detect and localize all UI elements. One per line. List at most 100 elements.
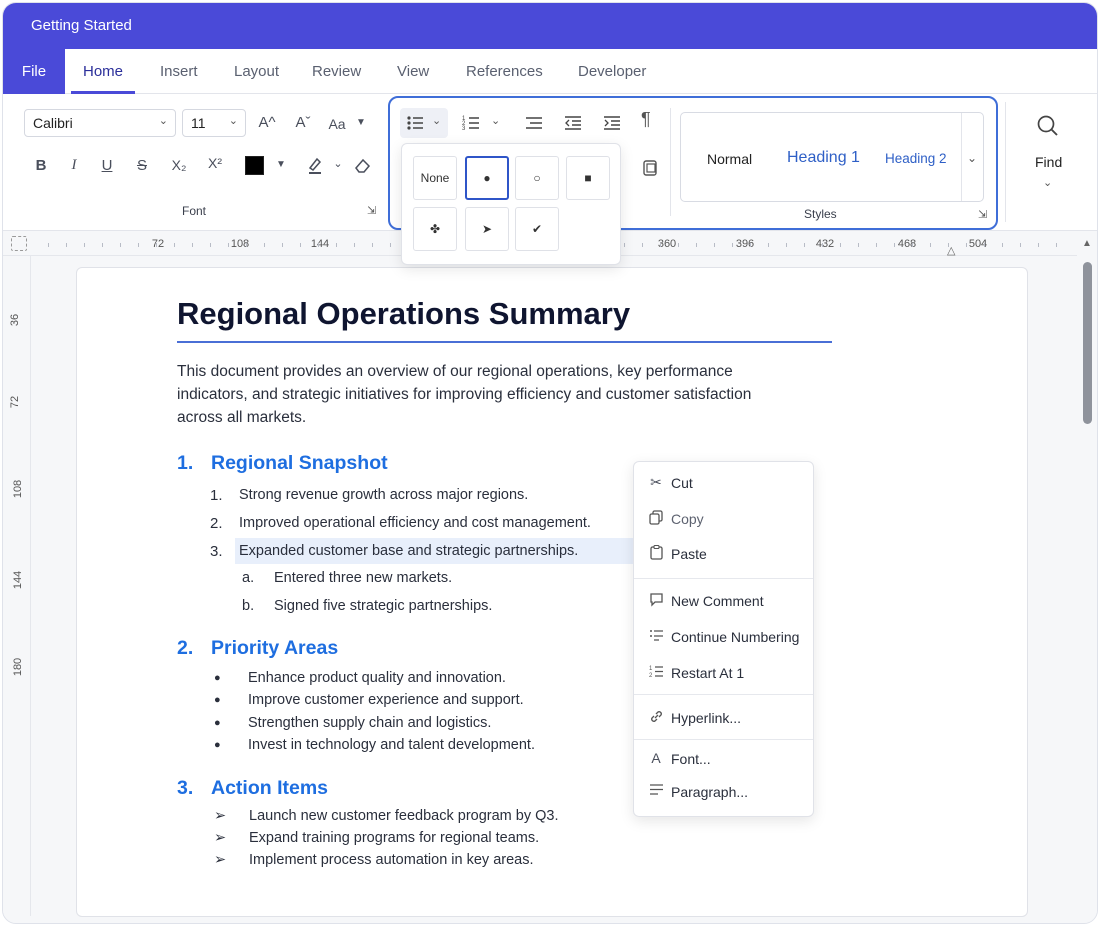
tab-insert[interactable]: Insert — [160, 49, 198, 94]
ruler-tick-label: 432 — [815, 238, 835, 250]
numbering-button[interactable]: 123 ⌄ — [462, 110, 502, 136]
paragraph-icon — [647, 783, 665, 799]
context-menu: ✂ Cut Copy Paste New Comment Continue Nu… — [633, 461, 814, 817]
find-label[interactable]: Find — [1035, 154, 1062, 170]
document-page[interactable]: Regional Operations Summary This documen… — [76, 267, 1028, 917]
pilcrow-icon[interactable]: ¶ — [641, 109, 651, 130]
list-item[interactable]: 1. Strong revenue growth across major reg… — [210, 487, 528, 504]
chevron-down-icon[interactable]: ⌄ — [1043, 176, 1052, 189]
sub-list-item[interactable]: b. Signed five strategic partnerships. — [242, 598, 492, 614]
font-name-select[interactable]: Calibri ⌄ — [24, 109, 176, 137]
multilevel-list-icon[interactable] — [525, 115, 543, 136]
menu-item-paste[interactable]: Paste — [634, 539, 813, 569]
superscript-button[interactable]: X² — [203, 155, 227, 171]
ruler-tick — [1038, 243, 1039, 247]
chevron-down-icon[interactable]: ▼ — [349, 117, 373, 128]
bullet-option-arrow[interactable]: ➤ — [465, 207, 509, 251]
shrink-font-button[interactable]: Aˇ — [291, 114, 315, 131]
bullet-item[interactable]: ● Invest in technology and talent develop… — [214, 737, 535, 753]
ruler-tick-label: 144 — [310, 238, 330, 250]
ruler-tick — [228, 243, 229, 247]
tab-references[interactable]: References — [466, 49, 543, 94]
styles-more-chevron-icon[interactable]: ⌄ — [967, 151, 977, 165]
scroll-thumb[interactable] — [1083, 262, 1092, 424]
bullet-option-square[interactable]: ■ — [566, 156, 610, 200]
tab-file[interactable]: File — [3, 49, 65, 94]
bullet-option-hollow-circle[interactable]: ○ — [515, 156, 559, 200]
paste-format-icon[interactable] — [643, 158, 659, 181]
section-heading-text: Action Items — [211, 777, 329, 799]
chevron-down-icon: ⌄ — [158, 115, 168, 127]
bullets-button[interactable]: ⌄ — [400, 108, 448, 138]
bullet-option-none[interactable]: None — [413, 156, 457, 200]
vertical-scrollbar[interactable]: ▲ — [1077, 232, 1097, 922]
tab-layout[interactable]: Layout — [234, 49, 279, 94]
tab-review[interactable]: Review — [312, 49, 361, 94]
decrease-indent-icon[interactable] — [564, 115, 582, 136]
ruler-tick — [912, 243, 913, 247]
svg-text:1: 1 — [649, 666, 653, 672]
font-color-button[interactable] — [245, 156, 264, 175]
sub-list-item[interactable]: a. Entered three new markets. — [242, 570, 452, 586]
action-item[interactable]: ➢ Expand training programs for regional t… — [214, 830, 539, 846]
menu-item-hyperlink[interactable]: Hyperlink... — [634, 703, 813, 733]
grow-font-button[interactable]: A^ — [255, 114, 279, 131]
ruler-tick — [336, 243, 337, 247]
intro-line-2: indicators, and strategic initiatives fo… — [177, 386, 752, 403]
ruler-corner-icon[interactable] — [11, 236, 27, 251]
ruler-tick — [984, 243, 985, 247]
font-size-select[interactable]: 11 ⌄ — [182, 109, 246, 137]
font-group-label: Font — [182, 204, 207, 218]
bullet-option-diamond[interactable]: ✤ — [413, 207, 457, 251]
chevron-down-icon[interactable]: ▼ — [269, 159, 293, 170]
menu-item-continue-numbering[interactable]: Continue Numbering — [634, 622, 813, 652]
section-number: 2. — [177, 637, 194, 659]
ruler-tick — [696, 243, 697, 247]
chevron-down-icon[interactable]: ⌄ — [326, 157, 350, 170]
ruler-tick — [804, 243, 805, 247]
style-normal[interactable]: Normal — [707, 151, 752, 167]
bullet-option-checkmark[interactable]: ✔ — [515, 207, 559, 251]
highlighter-icon[interactable] — [303, 155, 327, 179]
indent-marker-icon[interactable]: △ — [947, 244, 955, 257]
font-dialog-launcher-icon[interactable]: ⇲ — [367, 204, 376, 217]
subscript-button[interactable]: X₂ — [167, 157, 191, 173]
scroll-up-icon[interactable]: ▲ — [1082, 238, 1092, 249]
change-case-button[interactable]: Aa — [325, 116, 349, 132]
menu-item-copy[interactable]: Copy — [634, 504, 813, 534]
underline-button[interactable]: U — [95, 157, 119, 174]
bullet-option-filled-circle[interactable]: ● — [465, 156, 509, 200]
strikethrough-button[interactable]: S — [130, 157, 154, 174]
bullet-item[interactable]: ● Enhance product quality and innovation. — [214, 670, 506, 686]
styles-dialog-launcher-icon[interactable]: ⇲ — [978, 208, 987, 221]
italic-button[interactable]: I — [62, 157, 86, 174]
ruler-tick — [1002, 243, 1003, 247]
search-icon[interactable] — [1036, 114, 1060, 143]
action-item[interactable]: ➢ Implement process automation in key are… — [214, 852, 534, 868]
menu-item-restart-numbering[interactable]: 12 Restart At 1 — [634, 658, 813, 688]
chevron-down-icon: ⌄ — [228, 115, 238, 127]
section-heading-text: Priority Areas — [211, 637, 339, 659]
tab-view[interactable]: View — [397, 49, 429, 94]
ruler-tick — [66, 243, 67, 247]
action-item[interactable]: ➢ Launch new customer feedback program by… — [214, 808, 559, 824]
bullet-item[interactable]: ● Improve customer experience and support… — [214, 692, 524, 708]
ruler-tick — [102, 243, 103, 247]
menu-item-font[interactable]: A Font... — [634, 744, 813, 774]
continue-numbering-icon — [647, 628, 665, 646]
bullet-item[interactable]: ● Strengthen supply chain and logistics. — [214, 715, 491, 731]
list-item[interactable]: 2. Improved operational efficiency and co… — [210, 515, 591, 532]
list-item-selected[interactable]: 3. Expanded customer base and strategic p… — [210, 543, 578, 560]
bold-button[interactable]: B — [29, 157, 53, 174]
menu-item-cut[interactable]: ✂ Cut — [634, 468, 813, 498]
tab-developer[interactable]: Developer — [578, 49, 646, 94]
section-number: 1. — [177, 452, 194, 474]
ruler-tick — [840, 243, 841, 247]
menu-item-paragraph[interactable]: Paragraph... — [634, 777, 813, 807]
style-heading-1[interactable]: Heading 1 — [787, 149, 860, 167]
eraser-icon[interactable] — [351, 155, 375, 179]
menu-item-new-comment[interactable]: New Comment — [634, 586, 813, 616]
increase-indent-icon[interactable] — [603, 115, 621, 136]
tab-home[interactable]: Home — [70, 49, 136, 94]
style-heading-2[interactable]: Heading 2 — [885, 151, 947, 166]
